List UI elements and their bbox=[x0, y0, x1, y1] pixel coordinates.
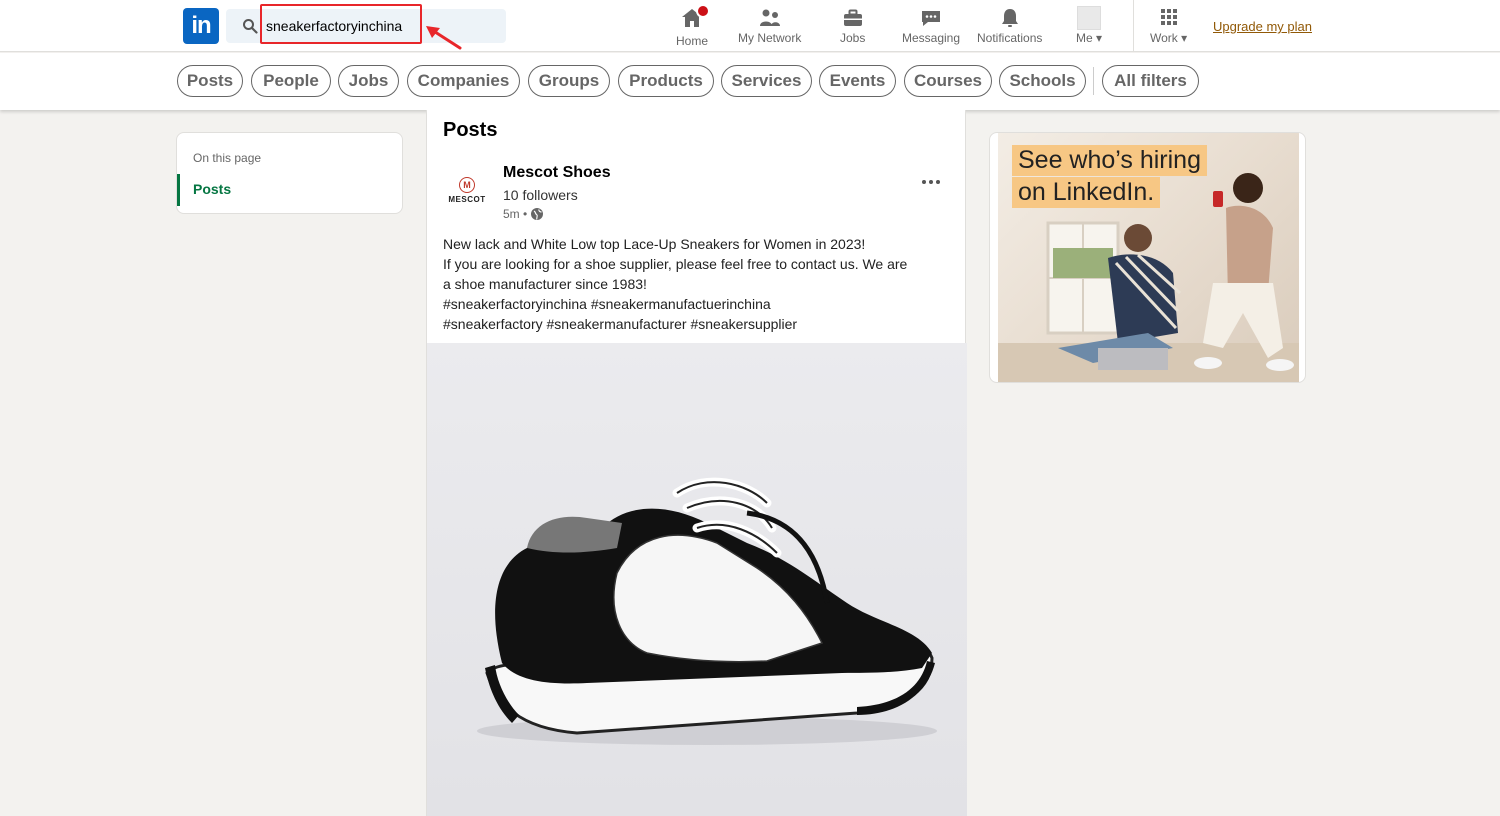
avatar bbox=[1077, 6, 1102, 30]
filter-products[interactable]: Products bbox=[618, 65, 714, 97]
nav-work-label: Work ▾ bbox=[1150, 31, 1188, 45]
upgrade-link[interactable]: Upgrade my plan bbox=[1213, 19, 1312, 34]
messaging-icon bbox=[922, 11, 941, 26]
nav-my-network-label: My Network bbox=[738, 31, 802, 45]
post-text: New lack and White Low top Lace-Up Sneak… bbox=[443, 234, 955, 334]
nav-my-network[interactable]: My Network bbox=[738, 6, 801, 48]
post-line[interactable]: #sneakerfactory #sneakermanufacturer #sn… bbox=[443, 314, 955, 334]
company-logo-mark: M bbox=[459, 176, 475, 193]
filter-posts[interactable]: Posts bbox=[177, 65, 243, 97]
posts-anchor-link[interactable]: Posts bbox=[193, 181, 231, 197]
filter-all-filters[interactable]: All filters bbox=[1102, 65, 1199, 97]
nav-divider bbox=[1133, 0, 1134, 52]
home-icon bbox=[680, 4, 710, 33]
company-logo-text: MESCOT bbox=[448, 194, 486, 204]
filter-services[interactable]: Services bbox=[721, 65, 812, 97]
post-followers: 10 followers bbox=[503, 187, 578, 203]
on-this-page-card: On this page Posts bbox=[176, 132, 403, 214]
filter-people[interactable]: People bbox=[251, 65, 331, 97]
briefcase-icon bbox=[843, 9, 862, 26]
sneaker-image bbox=[477, 477, 937, 745]
nav-work[interactable]: Work ▾ bbox=[1150, 6, 1187, 48]
post-line: a shoe manufacturer since 1983! bbox=[443, 276, 647, 292]
ad-image: See who’s hiring on LinkedIn. bbox=[998, 133, 1299, 382]
filter-bar: Posts People Jobs Companies Groups Produ… bbox=[0, 53, 1500, 110]
search-box[interactable] bbox=[226, 9, 506, 43]
on-this-page-label: On this page bbox=[193, 151, 262, 165]
nav-home-label: Home bbox=[676, 34, 709, 48]
filter-separator bbox=[1093, 67, 1094, 95]
search-input[interactable] bbox=[262, 11, 422, 41]
top-nav: in Home My Network Jobs bbox=[0, 0, 1500, 52]
post-time: 5m • bbox=[503, 207, 544, 221]
post-author[interactable]: Mescot Shoes bbox=[503, 164, 611, 182]
nav-notifications-label: Notifications bbox=[977, 31, 1043, 45]
dot-icon bbox=[936, 180, 940, 184]
nav-jobs[interactable]: Jobs bbox=[840, 6, 865, 48]
filter-events[interactable]: Events bbox=[819, 65, 896, 97]
ad-card[interactable]: See who’s hiring on LinkedIn. bbox=[989, 132, 1306, 383]
filter-groups[interactable]: Groups bbox=[528, 65, 610, 97]
linkedin-logo[interactable]: in bbox=[183, 8, 219, 44]
nav-messaging-label: Messaging bbox=[902, 31, 961, 45]
nav-me-label: Me ▾ bbox=[1076, 31, 1103, 45]
nav-home[interactable]: Home bbox=[676, 4, 710, 48]
post-line: New lack and White Low top Lace-Up Sneak… bbox=[443, 236, 866, 252]
post-line[interactable]: #sneakerfactoryinchina #sneakermanufactu… bbox=[443, 294, 955, 314]
active-indicator bbox=[177, 174, 180, 206]
notification-badge bbox=[696, 4, 710, 18]
post-more-options-button[interactable] bbox=[917, 172, 945, 192]
section-title: Posts bbox=[443, 119, 498, 141]
bell-icon bbox=[1001, 9, 1018, 27]
post-time-label: 5m • bbox=[503, 207, 528, 221]
post-line: If you are looking for a shoe supplier, … bbox=[443, 256, 908, 272]
ad-headline-2: on LinkedIn. bbox=[1012, 177, 1161, 208]
filter-companies[interactable]: Companies bbox=[407, 65, 520, 97]
filter-courses[interactable]: Courses bbox=[904, 65, 992, 97]
post-image[interactable] bbox=[427, 343, 967, 816]
dot-icon bbox=[929, 180, 933, 184]
nav-me[interactable]: Me ▾ bbox=[1076, 6, 1102, 48]
filter-schools[interactable]: Schools bbox=[999, 65, 1086, 97]
filter-jobs[interactable]: Jobs bbox=[338, 65, 399, 97]
company-logo[interactable]: M MESCOT bbox=[443, 166, 491, 214]
ad-headline-1: See who’s hiring bbox=[1012, 145, 1207, 176]
network-icon bbox=[759, 9, 780, 26]
search-icon bbox=[243, 19, 258, 34]
dot-icon bbox=[922, 180, 926, 184]
nav-messaging[interactable]: Messaging bbox=[902, 6, 960, 48]
grid-icon bbox=[1160, 9, 1177, 25]
nav-notifications[interactable]: Notifications bbox=[977, 6, 1042, 48]
globe-icon bbox=[531, 208, 544, 220]
nav-jobs-label: Jobs bbox=[840, 31, 866, 45]
posts-results: Posts M MESCOT Mescot Shoes 10 followers… bbox=[426, 110, 967, 816]
